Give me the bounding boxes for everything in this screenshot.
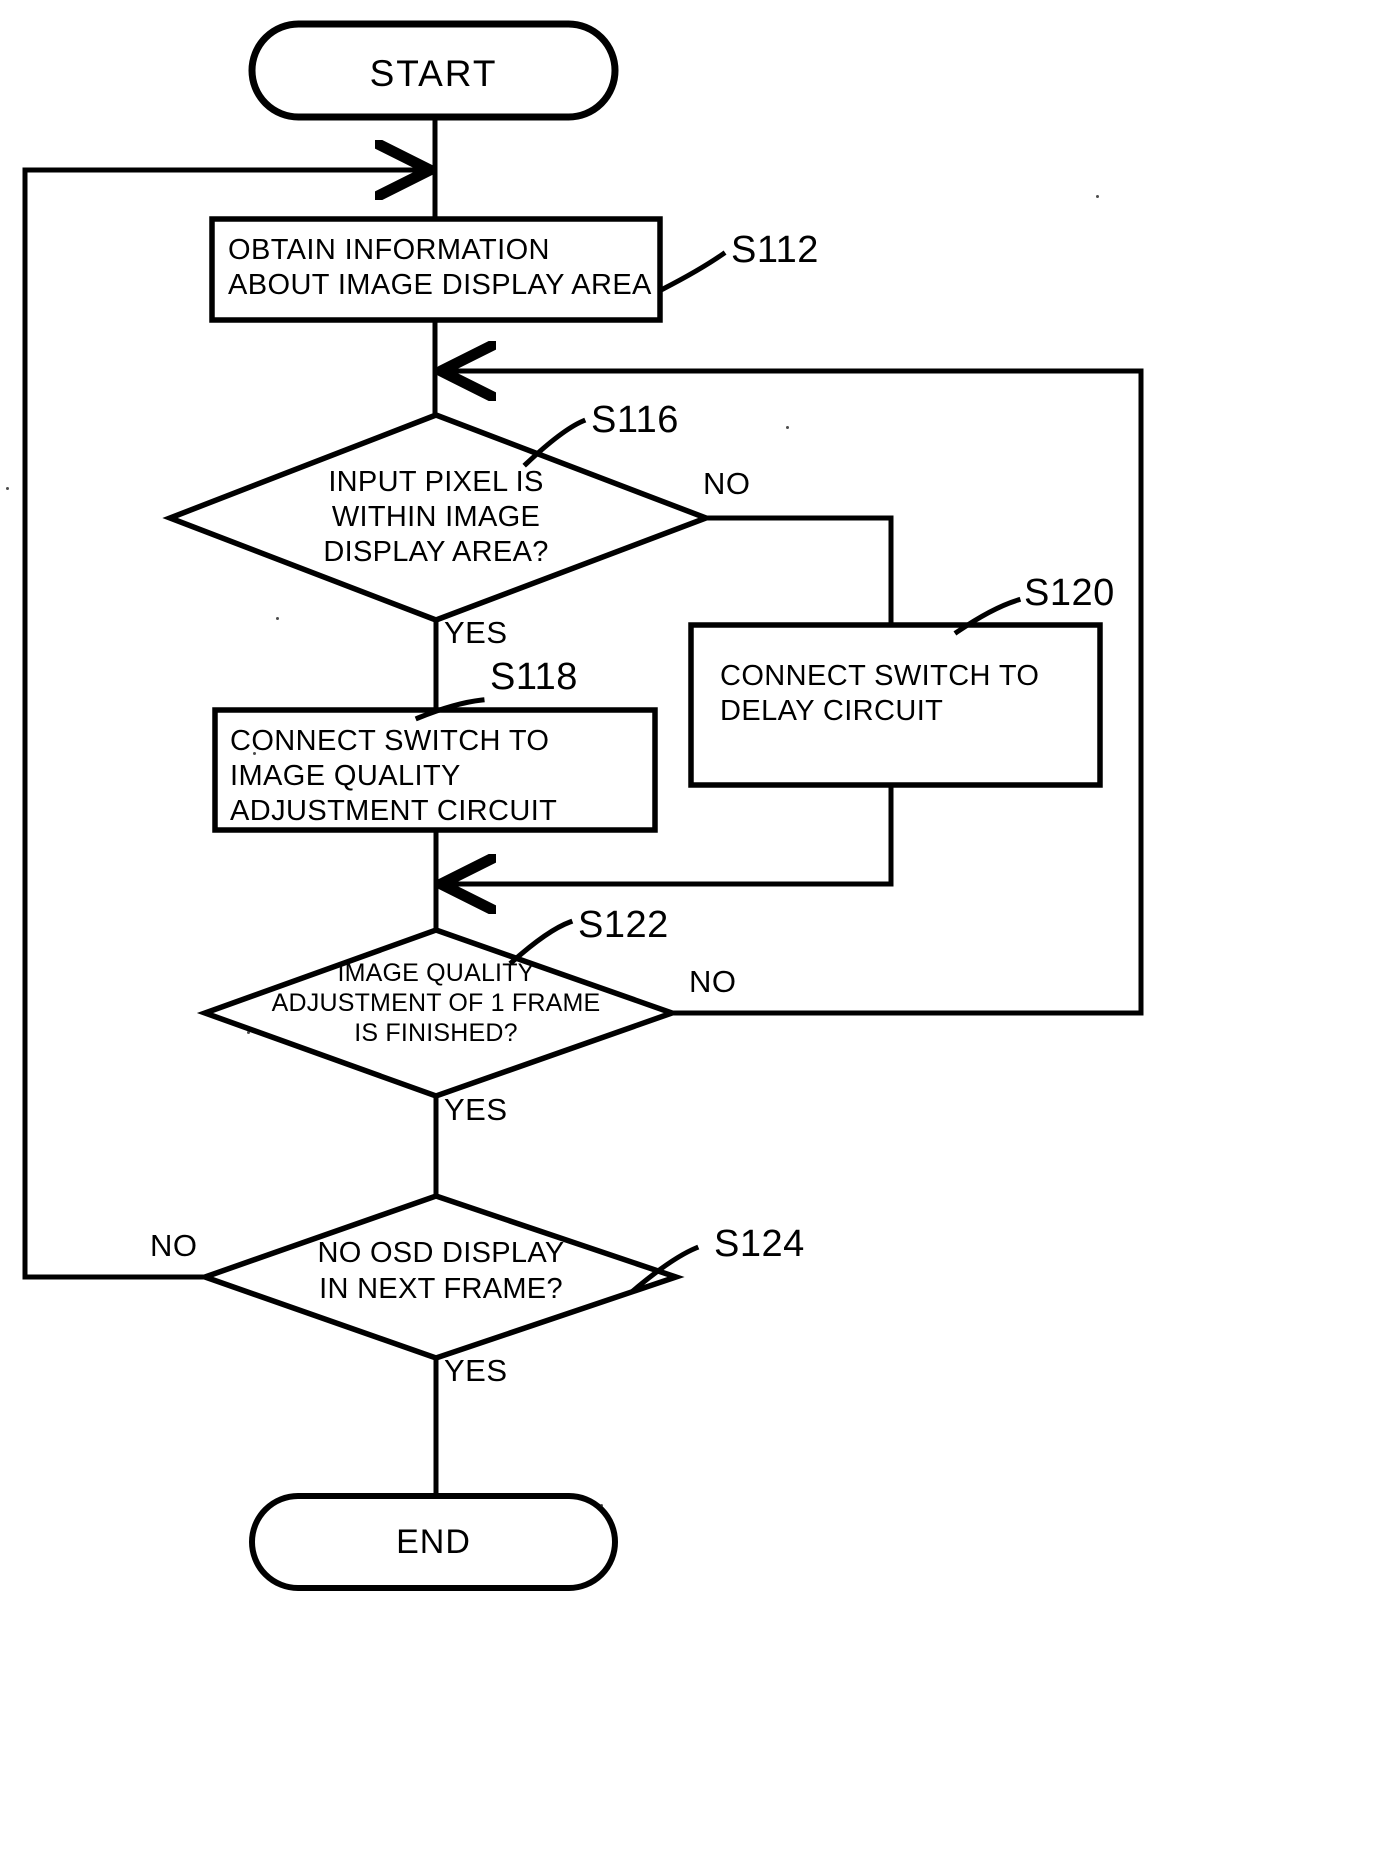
s118-process-shape [212, 707, 658, 833]
flowchart-graphics [22, 20, 1144, 1591]
scan-speck [1096, 195, 1099, 198]
start-terminal-shape [248, 20, 619, 121]
s112-leader [659, 250, 727, 293]
s122-decision-shape [196, 927, 681, 1099]
scan-speck [600, 1504, 603, 1507]
s112-process-shape [209, 216, 663, 323]
scan-speck [247, 1031, 250, 1034]
s122-leader [508, 918, 574, 966]
scan-speck [253, 752, 256, 755]
s120-process-shape [688, 622, 1103, 788]
end-terminal-shape [249, 1493, 618, 1591]
flowchart-canvas: START OBTAIN INFORMATION ABOUT IMAGE DIS… [0, 0, 1391, 1862]
scan-speck [786, 426, 789, 429]
s124-decision-shape [196, 1193, 685, 1361]
s116-decision-shape [162, 412, 714, 623]
scan-speck [276, 617, 279, 620]
scan-speck [6, 487, 9, 490]
edge-s116-no-to-s120 [703, 515, 894, 628]
